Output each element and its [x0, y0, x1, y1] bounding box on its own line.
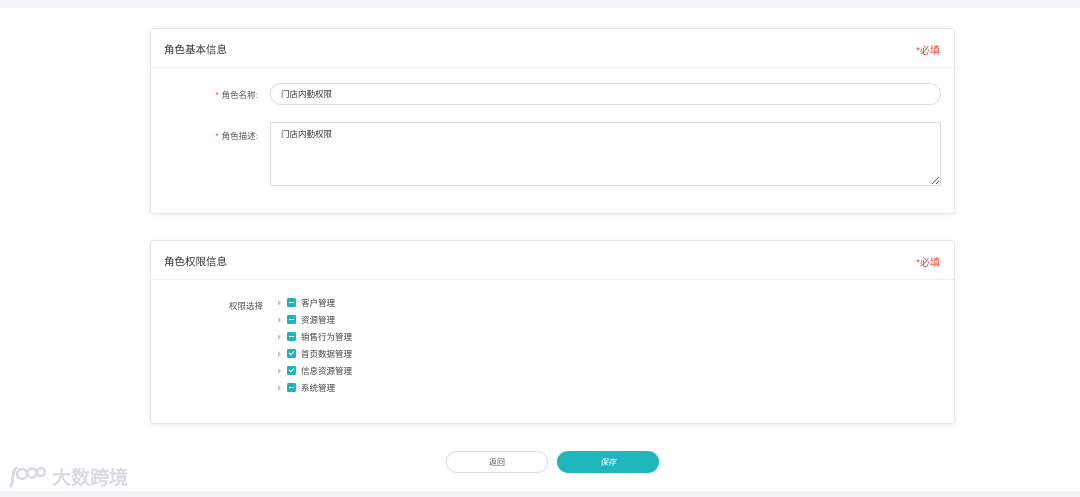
permission-info-header: 角色权限信息 *必填: [151, 241, 954, 280]
required-note: *必填: [916, 258, 940, 269]
permission-info-title: 角色权限信息: [164, 256, 227, 268]
watermark-logo-icon: [9, 466, 47, 487]
permission-tree: 客户管理 资源管理 销售行为管理 首页数据管理 信息资源管理 系统管理: [275, 294, 352, 396]
checkbox-indeterminate-icon[interactable]: [287, 332, 296, 341]
basic-info-title: 角色基本信息: [164, 44, 227, 56]
caret-right-icon[interactable]: [275, 298, 285, 308]
permission-info-card: 角色权限信息 *必填 权限选择 客户管理 资源管理 销售行为管理 首页数据管理 …: [150, 240, 955, 424]
watermark-text: 大数跨境: [52, 468, 129, 489]
back-button[interactable]: 返回: [446, 451, 548, 473]
tree-node-label: 信息资源管理: [301, 365, 353, 376]
role-desc-textarea[interactable]: 门店内勤权限: [270, 122, 941, 186]
role-desc-label: * 角色描述:: [208, 130, 258, 142]
caret-right-icon[interactable]: [275, 315, 285, 325]
tree-node-home-data[interactable]: 首页数据管理: [275, 345, 352, 362]
tree-node-label: 资源管理: [301, 314, 336, 325]
checkbox-checked-icon[interactable]: [287, 349, 296, 358]
tree-node-label: 销售行为管理: [301, 331, 353, 342]
bottom-bar: [0, 491, 1080, 497]
tree-node-resource[interactable]: 资源管理: [275, 311, 352, 328]
required-star: *: [215, 90, 219, 100]
caret-right-icon[interactable]: [275, 366, 285, 376]
required-star: *: [215, 131, 219, 141]
tree-node-sales-behavior[interactable]: 销售行为管理: [275, 328, 352, 345]
basic-info-header: 角色基本信息 *必填: [151, 29, 954, 68]
tree-node-label: 客户管理: [301, 297, 336, 308]
permission-select-label: 权限选择: [228, 301, 263, 311]
checkbox-indeterminate-icon[interactable]: [287, 298, 296, 307]
top-bar: [0, 0, 1080, 8]
role-name-label-text: 角色名称:: [221, 90, 258, 100]
role-desc-label-text: 角色描述:: [221, 131, 258, 141]
watermark: 大数跨境: [8, 463, 128, 490]
checkbox-checked-icon[interactable]: [287, 366, 296, 375]
checkbox-indeterminate-icon[interactable]: [287, 315, 296, 324]
basic-info-card: 角色基本信息 *必填 *角色名称: *角色描述: 门店内勤权限: [150, 28, 955, 214]
checkbox-indeterminate-icon[interactable]: [287, 383, 296, 392]
caret-right-icon[interactable]: [275, 349, 285, 359]
caret-right-icon[interactable]: [275, 332, 285, 342]
save-button[interactable]: 保存: [557, 451, 659, 473]
tree-node-customer[interactable]: 客户管理: [275, 294, 352, 311]
tree-node-system[interactable]: 系统管理: [275, 379, 352, 396]
tree-node-info-resource[interactable]: 信息资源管理: [275, 362, 352, 379]
tree-node-label: 系统管理: [301, 382, 336, 393]
caret-right-icon[interactable]: [275, 383, 285, 393]
required-note: *必填: [916, 46, 940, 57]
role-name-input[interactable]: [270, 83, 941, 105]
role-name-label: * 角色名称:: [208, 89, 258, 101]
tree-node-label: 首页数据管理: [301, 348, 353, 359]
